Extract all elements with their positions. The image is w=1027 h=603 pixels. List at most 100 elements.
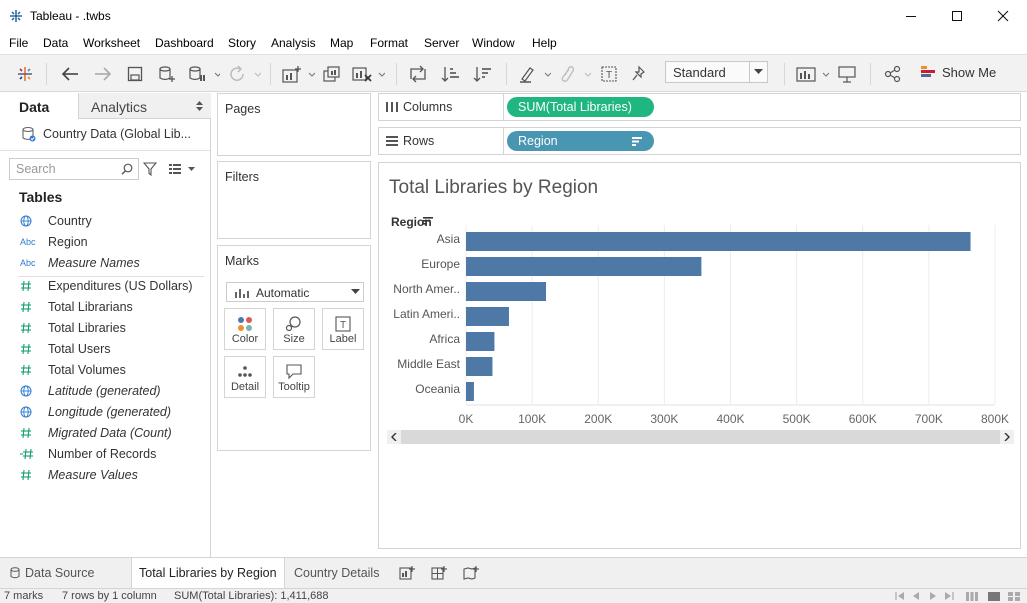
- tableau-logo-icon: [10, 10, 22, 22]
- close-icon: [997, 10, 1009, 22]
- color-button[interactable]: Color: [224, 308, 266, 350]
- columns-shelf-label: Columns: [403, 100, 453, 114]
- undo-button[interactable]: [58, 63, 82, 85]
- menu-server[interactable]: Server: [424, 36, 459, 50]
- first-sheet-icon[interactable]: [895, 592, 905, 600]
- tableau-home-button[interactable]: [14, 63, 36, 85]
- next-sheet-icon[interactable]: [929, 592, 937, 600]
- field-name: Total Volumes: [48, 362, 126, 377]
- detail-button[interactable]: Detail: [224, 356, 266, 398]
- group-members-button[interactable]: [556, 63, 592, 85]
- new-dashboard-tab-button[interactable]: [429, 564, 449, 582]
- save-button[interactable]: [124, 63, 146, 85]
- show-filmstrip-icon[interactable]: [966, 592, 978, 601]
- scroll-right-button[interactable]: [1000, 430, 1014, 444]
- redo-button[interactable]: [91, 63, 115, 85]
- horizontal-scrollbar[interactable]: [387, 430, 1014, 444]
- new-data-source-button[interactable]: [156, 63, 178, 85]
- clear-sheet-button[interactable]: [350, 63, 386, 85]
- field-item[interactable]: Total Volumes: [20, 359, 210, 380]
- category-label: North Amer..: [393, 282, 460, 296]
- field-item[interactable]: Total Users: [20, 338, 210, 359]
- fit-dropdown[interactable]: Standard: [665, 61, 768, 83]
- share-button[interactable]: [882, 63, 904, 85]
- filters-card[interactable]: Filters: [217, 161, 371, 239]
- mark-type-dropdown[interactable]: Automatic: [226, 282, 364, 302]
- field-item[interactable]: Expenditures (US Dollars): [20, 275, 210, 296]
- pause-updates-button[interactable]: [186, 63, 222, 85]
- presentation-toggle-button[interactable]: [794, 63, 830, 85]
- previous-sheet-icon[interactable]: [912, 592, 920, 600]
- tab-analytics[interactable]: Analytics: [78, 93, 211, 119]
- new-story-tab-button[interactable]: [461, 564, 481, 582]
- field-item[interactable]: Abc Region: [20, 231, 210, 252]
- menu-story[interactable]: Story: [228, 36, 256, 50]
- field-item[interactable]: Abc Measure Names: [20, 252, 210, 273]
- status-marks: 7 marks: [4, 590, 44, 602]
- sort-ascending-button[interactable]: [439, 63, 463, 85]
- label-button[interactable]: T Label: [322, 308, 364, 350]
- maximize-icon: [952, 11, 962, 21]
- menu-analysis[interactable]: Analysis: [271, 36, 316, 50]
- tab-country-details[interactable]: Country Details: [294, 558, 379, 588]
- menu-map[interactable]: Map: [330, 36, 353, 50]
- menu-file[interactable]: File: [9, 36, 28, 50]
- fix-axes-button[interactable]: [628, 63, 650, 85]
- show-me-button[interactable]: Show Me: [920, 62, 996, 82]
- region-pill[interactable]: Region: [507, 131, 654, 151]
- field-item[interactable]: Country: [20, 210, 210, 231]
- presentation-mode-button[interactable]: [836, 63, 858, 85]
- data-source-tab[interactable]: Data Source: [10, 558, 94, 588]
- new-worksheet-tab-button[interactable]: [397, 564, 417, 582]
- tab-total-libraries-by-region[interactable]: Total Libraries by Region: [131, 558, 285, 588]
- fit-dropdown-value: Standard: [673, 65, 726, 80]
- show-tabs-icon[interactable]: [988, 592, 1000, 601]
- sum-total-libraries-pill[interactable]: SUM(Total Libraries): [507, 97, 654, 117]
- show-mark-labels-button[interactable]: T: [598, 63, 620, 85]
- view-options-button[interactable]: [168, 163, 196, 178]
- pages-card[interactable]: Pages: [217, 93, 371, 156]
- rows-shelf[interactable]: Rows Region: [378, 127, 1021, 155]
- field-item[interactable]: Measure Values: [20, 464, 210, 485]
- menu-window[interactable]: Window: [472, 36, 515, 50]
- columns-shelf[interactable]: Columns SUM(Total Libraries): [378, 93, 1021, 121]
- last-sheet-icon[interactable]: [944, 592, 954, 600]
- field-item[interactable]: Number of Records: [20, 443, 210, 464]
- new-worksheet-button[interactable]: [280, 63, 316, 85]
- hash-icon: [20, 280, 42, 292]
- refresh-button[interactable]: [226, 63, 262, 85]
- globe-icon: [20, 406, 42, 418]
- field-item[interactable]: Longitude (generated): [20, 401, 210, 422]
- highlight-button[interactable]: [516, 63, 552, 85]
- scroll-left-button[interactable]: [387, 430, 401, 444]
- sort-descending-button[interactable]: [471, 63, 495, 85]
- duplicate-sheet-button[interactable]: [320, 63, 344, 85]
- size-button[interactable]: Size: [273, 308, 315, 350]
- data-source-item[interactable]: Country Data (Global Lib...: [22, 126, 191, 142]
- filter-icon[interactable]: [143, 162, 157, 176]
- field-item[interactable]: Total Libraries: [20, 317, 210, 338]
- rows-shelf-label: Rows: [403, 134, 435, 148]
- show-sheet-sorter-icon[interactable]: [1008, 592, 1020, 601]
- menu-format[interactable]: Format: [370, 36, 408, 50]
- swap-rows-columns-button[interactable]: [406, 63, 430, 85]
- field-item[interactable]: Latitude (generated): [20, 380, 210, 401]
- search-input[interactable]: [10, 159, 110, 179]
- data-pane: Data Analytics Country Data (Global Lib.…: [0, 93, 211, 557]
- menu-worksheet[interactable]: Worksheet: [83, 36, 140, 50]
- field-item[interactable]: Total Librarians: [20, 296, 210, 317]
- toolbar: T: [0, 54, 1027, 92]
- tooltip-button[interactable]: Tooltip: [273, 356, 315, 398]
- menu-help[interactable]: Help: [532, 36, 557, 50]
- maximize-button[interactable]: [934, 4, 980, 28]
- bar-chart: RegionAsiaEuropeNorth Amer..Latin Ameri.…: [391, 215, 1009, 426]
- close-button[interactable]: [980, 4, 1026, 28]
- database-pause-icon: [189, 66, 220, 81]
- field-item[interactable]: Migrated Data (Count): [20, 422, 210, 443]
- field-search-box[interactable]: [9, 158, 139, 180]
- minimize-button[interactable]: [888, 4, 934, 28]
- svg-text:T: T: [340, 320, 346, 331]
- menu-dashboard[interactable]: Dashboard: [155, 36, 214, 50]
- tab-data[interactable]: Data: [0, 93, 78, 119]
- menu-data[interactable]: Data: [43, 36, 68, 50]
